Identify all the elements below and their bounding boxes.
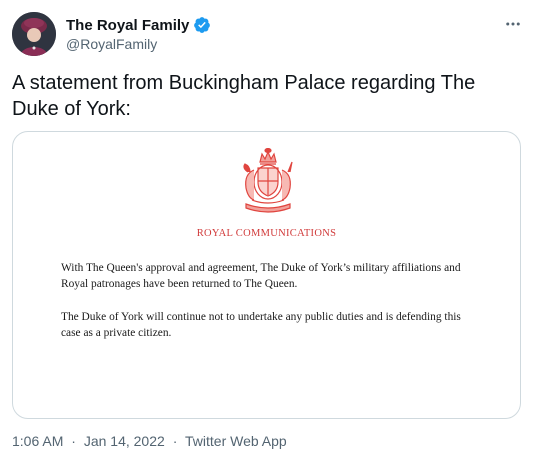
tweet: The Royal Family @RoyalFamily A statemen… [0,0,537,464]
tweet-time[interactable]: 1:06 AM [12,433,63,449]
tweet-header: The Royal Family @RoyalFamily [12,12,525,56]
display-name[interactable]: The Royal Family [66,17,189,34]
more-options-button[interactable] [501,14,525,34]
royal-crest-icon [243,148,293,213]
letterhead-title: ROYAL COMMUNICATIONS [196,228,337,239]
tweet-date[interactable]: Jan 14, 2022 [84,433,165,449]
tweet-source[interactable]: Twitter Web App [185,433,287,449]
tweet-metadata: 1:06 AM · Jan 14, 2022 · Twitter Web App [12,433,287,449]
separator: · [172,433,178,449]
account-info: The Royal Family @RoyalFamily [66,15,211,52]
tweet-media-image[interactable]: ROYAL COMMUNICATIONS With The Queen's ap… [12,131,521,419]
avatar[interactable] [12,12,56,56]
tweet-text: A statement from Buckingham Palace regar… [12,72,476,120]
more-horizontal-icon [506,22,520,26]
avatar-image [12,12,56,56]
separator: · [71,433,76,449]
handle[interactable]: @RoyalFamily [66,36,211,52]
verified-badge-icon [194,17,211,33]
statement-paragraph-1: With The Queen's approval and agreement,… [61,262,461,290]
statement-paragraph-2: The Duke of York will continue not to un… [61,311,461,339]
